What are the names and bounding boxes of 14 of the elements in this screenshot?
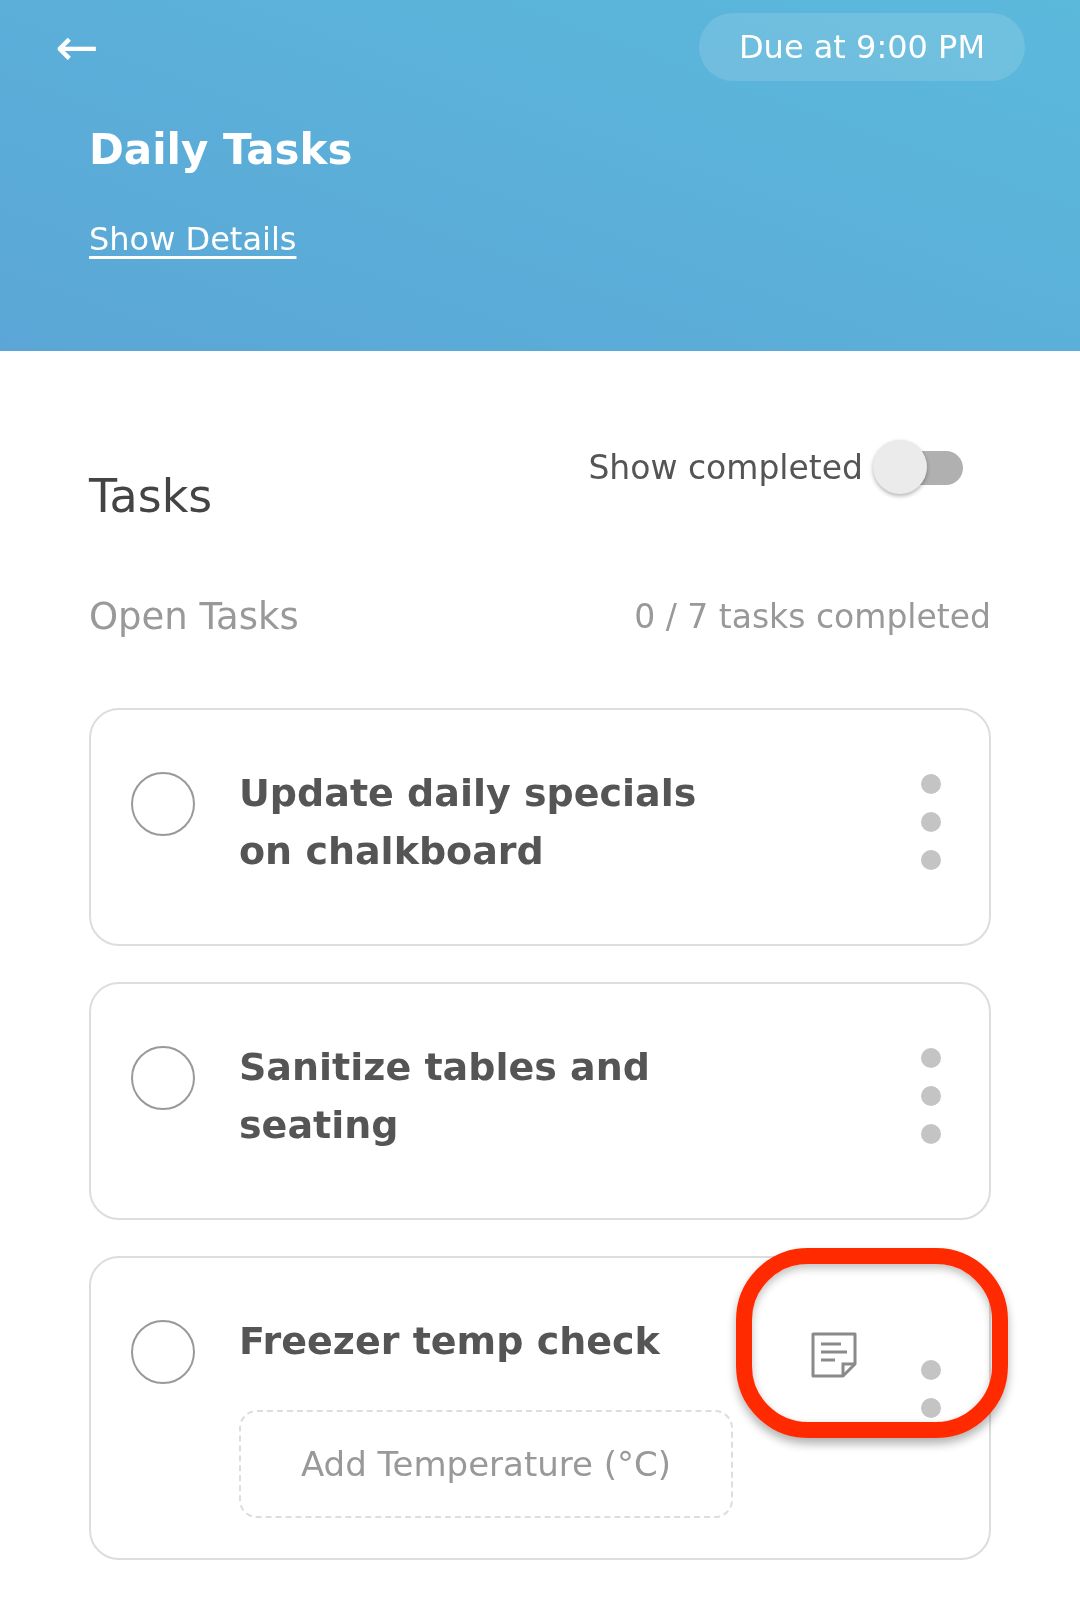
page-title: Daily Tasks [89, 125, 353, 174]
due-time-badge: Due at 9:00 PM [698, 13, 1025, 81]
progress-count: 0 / 7 tasks completed [634, 597, 991, 636]
subsection-title: Open Tasks [89, 595, 299, 638]
task-title: Sanitize tables and seating [239, 1044, 651, 1149]
show-completed-switch[interactable] [873, 439, 963, 495]
note-icon[interactable] [809, 1330, 859, 1380]
section-title: Tasks [89, 469, 213, 523]
show-details-link[interactable]: Show Details [89, 220, 297, 258]
toggle-label: Show completed [588, 447, 863, 487]
back-button[interactable]: ← [55, 13, 99, 81]
task-title: Update daily specials on chalkboard [239, 770, 698, 875]
task-title: Freezer temp check [239, 1318, 660, 1365]
temperature-field[interactable]: Add Temperature (°C) [239, 1410, 733, 1518]
